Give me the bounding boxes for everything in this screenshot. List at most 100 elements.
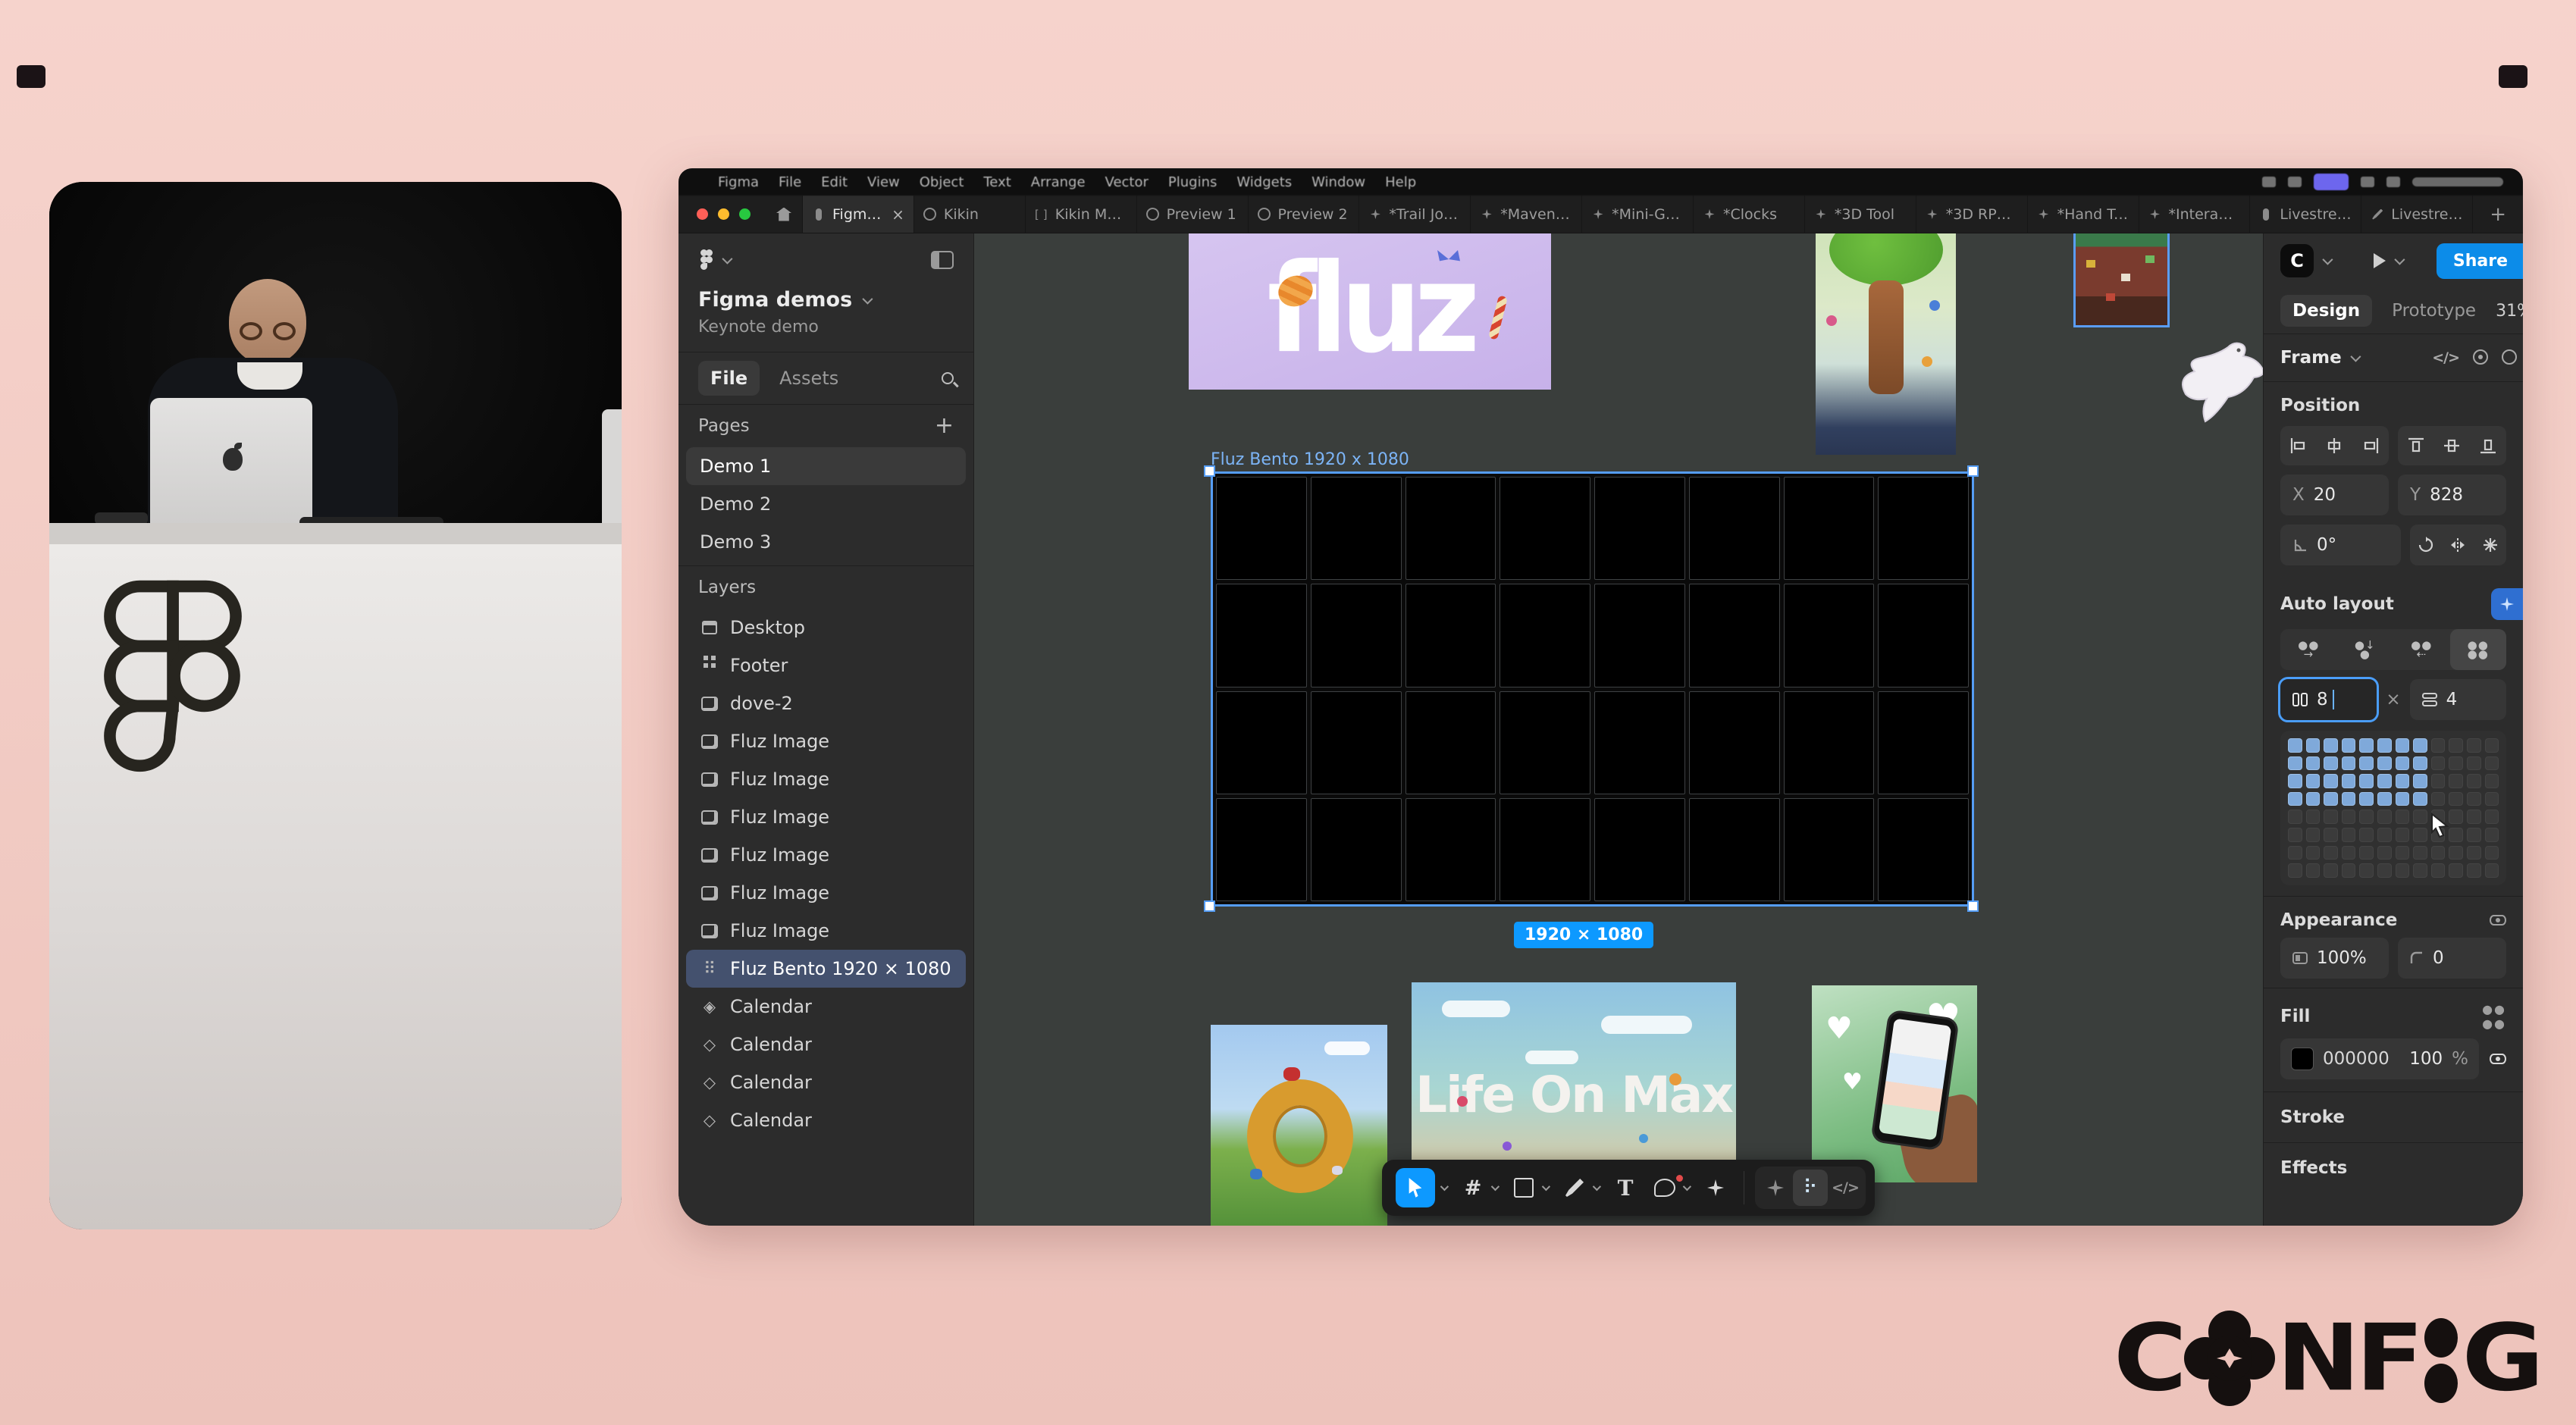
grid-picker-cell[interactable]: [2359, 756, 2374, 771]
page-item[interactable]: Demo 3: [686, 523, 966, 561]
file-name[interactable]: Keynote demo: [698, 318, 954, 352]
project-title[interactable]: Figma demos: [698, 288, 954, 312]
layer-item[interactable]: Calendar: [686, 988, 966, 1026]
grid-picker-cell[interactable]: [2431, 756, 2446, 771]
menu-item[interactable]: Edit: [821, 174, 848, 190]
grid-picker-cell[interactable]: [2449, 774, 2463, 788]
bento-grid-cell[interactable]: [1784, 691, 1875, 794]
grid-picker-cell[interactable]: [2467, 863, 2481, 878]
new-tab-button[interactable]: +: [2473, 196, 2523, 233]
file-tab[interactable]: Kikin Marke: [1026, 196, 1137, 233]
layer-item[interactable]: dove-2: [686, 684, 966, 722]
bento-grid-cell[interactable]: [1406, 798, 1496, 901]
grid-picker-cell[interactable]: [2342, 846, 2356, 860]
grid-picker-cell[interactable]: [2485, 828, 2499, 842]
ring-image[interactable]: [1211, 1025, 1387, 1226]
menu-item[interactable]: Plugins: [1168, 174, 1217, 190]
file-tab[interactable]: Figma d ×: [803, 196, 914, 233]
ai-suggest-layout-button[interactable]: [2491, 588, 2523, 620]
grid-picker-cell[interactable]: [2324, 738, 2338, 753]
grid-picker-cell[interactable]: [2377, 756, 2392, 771]
grid-picker-cell[interactable]: [2342, 792, 2356, 806]
layer-item[interactable]: Fluz Bento 1920 × 1080: [686, 950, 966, 988]
grid-picker-cell[interactable]: [2431, 846, 2446, 860]
file-tab[interactable]: *Trail Journ: [1359, 196, 1471, 233]
grid-picker-cell[interactable]: [2413, 792, 2427, 806]
toolbar-tool[interactable]: [1608, 1167, 1643, 1208]
grid-picker-cell[interactable]: [2306, 863, 2321, 878]
grid-picker-cell[interactable]: [2288, 774, 2302, 788]
toolbar-tool[interactable]: [1698, 1167, 1733, 1208]
menu-item[interactable]: File: [779, 174, 801, 190]
fluz-bento-frame[interactable]: [1211, 471, 1974, 907]
grid-rows-input[interactable]: 4: [2410, 679, 2506, 720]
home-tab-button[interactable]: [766, 196, 803, 233]
direction-grid-icon[interactable]: ●●●●: [2450, 629, 2507, 670]
search-button[interactable]: [942, 368, 954, 389]
grid-picker-cell[interactable]: [2413, 774, 2427, 788]
toggle-sidebar-icon[interactable]: [931, 251, 954, 269]
bento-grid-cell[interactable]: [1216, 584, 1307, 687]
grid-picker-cell[interactable]: [2306, 828, 2321, 842]
grid-picker-cell[interactable]: [2324, 774, 2338, 788]
grid-picker-cell[interactable]: [2396, 863, 2410, 878]
grid-picker-cell[interactable]: [2485, 774, 2499, 788]
grid-picker-cell[interactable]: [2396, 846, 2410, 860]
bento-grid-cell[interactable]: [1784, 584, 1875, 687]
bento-grid-cell[interactable]: [1311, 477, 1402, 580]
share-button[interactable]: Share: [2437, 243, 2523, 279]
frame-name-label[interactable]: Fluz Bento 1920 x 1080: [1211, 450, 1409, 469]
bento-grid-cell[interactable]: [1594, 798, 1685, 901]
bento-grid-cell[interactable]: [1500, 798, 1590, 901]
tab-file[interactable]: File: [698, 361, 760, 396]
menu-item[interactable]: Figma: [718, 174, 759, 190]
tab-assets[interactable]: Assets: [767, 361, 851, 396]
grid-picker-cell[interactable]: [2342, 774, 2356, 788]
grid-picker-cell[interactable]: [2306, 756, 2321, 771]
grid-picker-cell[interactable]: [2288, 756, 2302, 771]
bento-grid-cell[interactable]: [1689, 798, 1780, 901]
fill-color-input[interactable]: 000000 100 %: [2280, 1038, 2479, 1079]
grid-picker-cell[interactable]: [2324, 756, 2338, 771]
grid-picker-cell[interactable]: [2449, 863, 2463, 878]
chevron-down-icon[interactable]: [2322, 255, 2333, 265]
close-tab-icon[interactable]: ×: [892, 205, 904, 224]
selection-type-label[interactable]: Frame: [2280, 348, 2342, 368]
bento-grid-cell[interactable]: [1216, 798, 1307, 901]
bento-grid-cell[interactable]: [1216, 691, 1307, 794]
flip-horizontal-icon[interactable]: [2449, 537, 2466, 553]
file-tab[interactable]: Preview 1: [1137, 196, 1249, 233]
dove-image[interactable]: [2172, 324, 2263, 428]
align-horizontal-center-icon[interactable]: [2324, 436, 2344, 456]
grid-picker-cell[interactable]: [2342, 738, 2356, 753]
grid-picker-cell[interactable]: [2449, 846, 2463, 860]
menu-item[interactable]: Widgets: [1236, 174, 1292, 190]
grid-picker-cell[interactable]: [2396, 738, 2410, 753]
bento-grid-cell[interactable]: [1311, 798, 1402, 901]
grid-picker-cell[interactable]: [2342, 810, 2356, 824]
file-tab[interactable]: Livestream: [2250, 196, 2361, 233]
grid-picker-cell[interactable]: [2359, 810, 2374, 824]
grid-picker-cell[interactable]: [2377, 810, 2392, 824]
bento-grid-cell[interactable]: [1594, 477, 1685, 580]
grid-picker-cell[interactable]: [2359, 863, 2374, 878]
grid-picker-cell[interactable]: [2342, 863, 2356, 878]
grid-picker-cell[interactable]: [2396, 774, 2410, 788]
grid-picker-cell[interactable]: [2396, 810, 2410, 824]
stroke-section-header[interactable]: Stroke: [2264, 1091, 2523, 1142]
direction-wrap-icon[interactable]: ●●⇠: [2393, 629, 2450, 670]
layer-item[interactable]: Footer: [686, 647, 966, 684]
opacity-input[interactable]: 100%: [2280, 938, 2389, 979]
grid-picker-cell[interactable]: [2306, 792, 2321, 806]
align-bottom-icon[interactable]: [2478, 436, 2498, 456]
bento-grid-cell[interactable]: [1689, 691, 1780, 794]
grid-picker-cell[interactable]: [2306, 846, 2321, 860]
grid-picker-cell[interactable]: [2467, 792, 2481, 806]
layer-item[interactable]: Fluz Image: [686, 912, 966, 950]
grid-picker-cell[interactable]: [2359, 828, 2374, 842]
grid-picker-cell[interactable]: [2377, 738, 2392, 753]
tree-character-image[interactable]: [1816, 233, 1956, 455]
selection-handle-bl[interactable]: [1204, 900, 1215, 912]
grid-picker-cell[interactable]: [2324, 828, 2338, 842]
grid-size-picker[interactable]: [2280, 731, 2506, 885]
